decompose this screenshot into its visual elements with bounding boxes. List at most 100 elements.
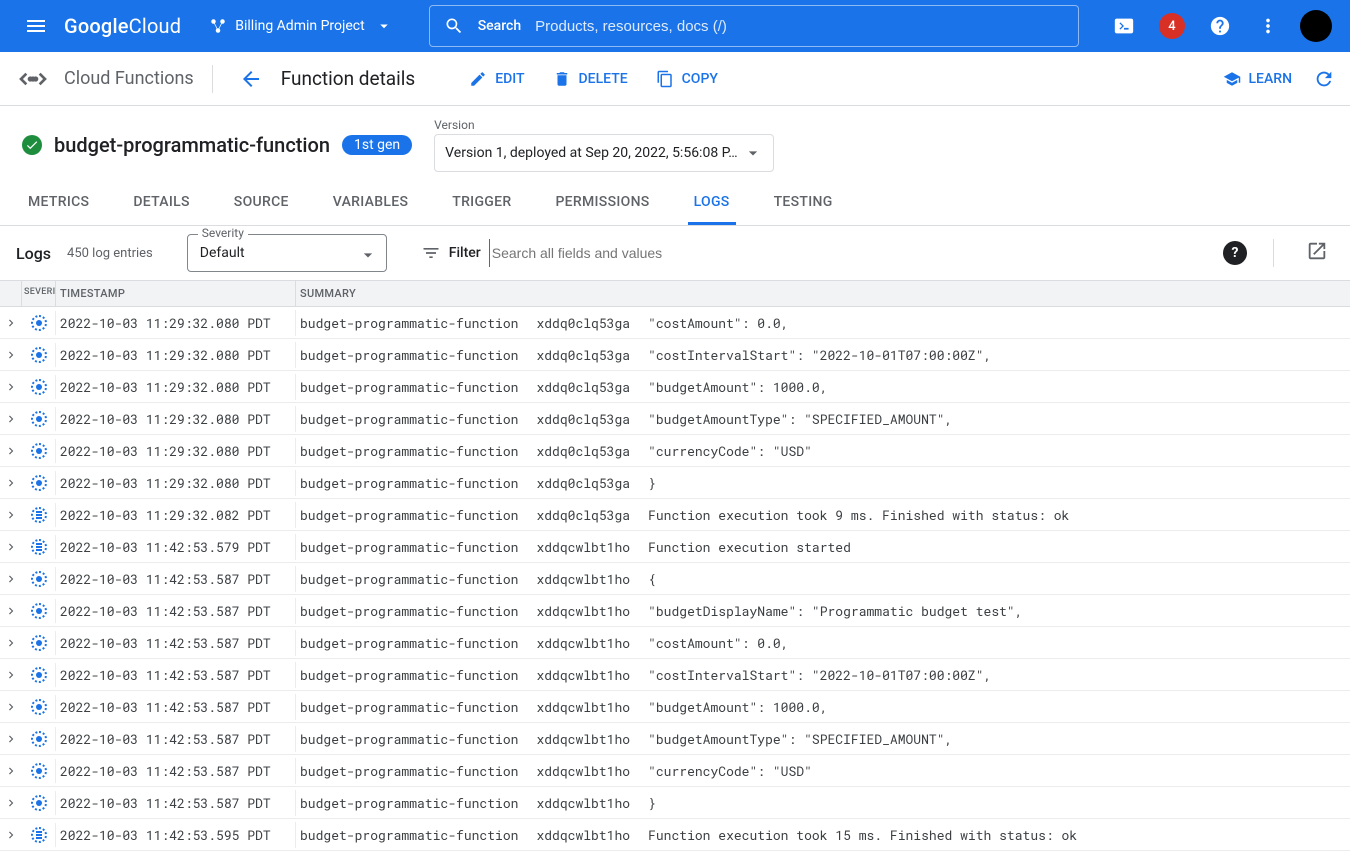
severity-icon: [31, 731, 47, 747]
summary-execution-id: xddqcwlbt1ho: [536, 666, 630, 684]
log-row[interactable]: 2022-10-03 11:42:53.587 PDTbudget-progra…: [0, 723, 1350, 755]
expand-toggle[interactable]: [0, 376, 22, 398]
summary-function: budget-programmatic-function: [300, 634, 518, 652]
tabs: METRICS DETAILS SOURCE VARIABLES TRIGGER PERM…: [0, 182, 1350, 226]
header-severity: SEVERITY: [22, 281, 56, 306]
refresh-button[interactable]: [1302, 57, 1346, 101]
log-row[interactable]: 2022-10-03 11:29:32.080 PDTbudget-progra…: [0, 371, 1350, 403]
expand-toggle[interactable]: [0, 504, 22, 526]
log-row[interactable]: 2022-10-03 11:29:32.082 PDTbudget-progra…: [0, 499, 1350, 531]
tab-metrics[interactable]: METRICS: [22, 182, 95, 225]
expand-toggle[interactable]: [0, 536, 22, 558]
tab-details[interactable]: DETAILS: [127, 182, 195, 225]
expand-toggle[interactable]: [0, 312, 22, 334]
log-row[interactable]: 2022-10-03 11:42:53.579 PDTbudget-progra…: [0, 531, 1350, 563]
expand-toggle[interactable]: [0, 408, 22, 430]
log-row[interactable]: 2022-10-03 11:42:53.587 PDTbudget-progra…: [0, 627, 1350, 659]
search-input[interactable]: [535, 18, 1064, 35]
expand-toggle[interactable]: [0, 600, 22, 622]
tab-logs[interactable]: LOGS: [688, 182, 736, 225]
timestamp-cell: 2022-10-03 11:29:32.082 PDT: [56, 502, 296, 528]
learn-button[interactable]: LEARN: [1213, 62, 1303, 96]
log-row[interactable]: 2022-10-03 11:42:53.587 PDTbudget-progra…: [0, 691, 1350, 723]
expand-toggle[interactable]: [0, 792, 22, 814]
summary-function: budget-programmatic-function: [300, 314, 518, 332]
expand-toggle[interactable]: [0, 344, 22, 366]
google-cloud-logo[interactable]: Google Cloud: [64, 14, 181, 38]
copy-label: COPY: [682, 71, 718, 87]
summary-execution-id: xddqcwlbt1ho: [536, 698, 630, 716]
log-row[interactable]: 2022-10-03 11:42:53.587 PDTbudget-progra…: [0, 563, 1350, 595]
more-options-button[interactable]: [1246, 4, 1290, 48]
expand-toggle[interactable]: [0, 728, 22, 750]
open-in-logs-explorer-button[interactable]: [1300, 234, 1334, 272]
expand-toggle[interactable]: [0, 632, 22, 654]
page-title: Function details: [281, 67, 415, 90]
summary-function: budget-programmatic-function: [300, 794, 518, 812]
hamburger-menu-button[interactable]: [12, 2, 60, 50]
severity-icon: [31, 443, 47, 459]
severity-cell: [22, 695, 56, 719]
expand-toggle[interactable]: [0, 440, 22, 462]
open-external-icon: [1306, 240, 1328, 262]
log-row[interactable]: 2022-10-03 11:29:32.080 PDTbudget-progra…: [0, 467, 1350, 499]
version-selector[interactable]: Version 1, deployed at Sep 20, 2022, 5:5…: [434, 134, 774, 172]
log-row[interactable]: 2022-10-03 11:29:32.080 PDTbudget-progra…: [0, 307, 1350, 339]
summary-execution-id: xddqcwlbt1ho: [536, 762, 630, 780]
log-row[interactable]: 2022-10-03 11:42:53.587 PDTbudget-progra…: [0, 755, 1350, 787]
chevron-right-icon: [4, 764, 18, 778]
timestamp-cell: 2022-10-03 11:42:53.595 PDT: [56, 822, 296, 848]
filter-input[interactable]: [489, 239, 849, 267]
tab-testing[interactable]: TESTING: [768, 182, 839, 225]
tab-source[interactable]: SOURCE: [228, 182, 295, 225]
search-container: Search: [429, 5, 1084, 47]
log-row[interactable]: 2022-10-03 11:42:53.595 PDTbudget-progra…: [0, 819, 1350, 851]
delete-button[interactable]: DELETE: [543, 62, 638, 96]
expand-toggle[interactable]: [0, 824, 22, 846]
log-row[interactable]: 2022-10-03 11:42:53.587 PDTbudget-progra…: [0, 787, 1350, 819]
log-row[interactable]: 2022-10-03 11:42:53.587 PDTbudget-progra…: [0, 659, 1350, 691]
summary-function: budget-programmatic-function: [300, 570, 518, 588]
expand-toggle[interactable]: [0, 664, 22, 686]
log-row[interactable]: 2022-10-03 11:29:32.080 PDTbudget-progra…: [0, 339, 1350, 371]
project-selector[interactable]: Billing Admin Project: [199, 11, 410, 41]
expand-toggle[interactable]: [0, 696, 22, 718]
log-row[interactable]: 2022-10-03 11:42:53.587 PDTbudget-progra…: [0, 595, 1350, 627]
timestamp-cell: 2022-10-03 11:42:53.587 PDT: [56, 662, 296, 688]
summary-function: budget-programmatic-function: [300, 602, 518, 620]
severity-selector[interactable]: Severity Default: [187, 234, 387, 272]
timestamp-cell: 2022-10-03 11:42:53.587 PDT: [56, 694, 296, 720]
tab-variables[interactable]: VARIABLES: [327, 182, 414, 225]
expand-toggle[interactable]: [0, 760, 22, 782]
tab-permissions[interactable]: PERMISSIONS: [549, 182, 655, 225]
summary-cell: budget-programmatic-functionxddqcwlbt1ho…: [296, 790, 1350, 816]
help-button[interactable]: [1198, 4, 1242, 48]
help-icon: [1209, 15, 1231, 37]
edit-button[interactable]: EDIT: [459, 62, 534, 96]
search-box[interactable]: Search: [429, 5, 1079, 47]
severity-cell: [22, 599, 56, 623]
chevron-right-icon: [4, 476, 18, 490]
logs-body[interactable]: 2022-10-03 11:29:32.080 PDT budget-progra…: [0, 307, 1350, 867]
log-row[interactable]: 2022-10-03 11:29:32.080 PDTbudget-progra…: [0, 403, 1350, 435]
expand-toggle[interactable]: [0, 472, 22, 494]
dropdown-icon: [743, 143, 763, 163]
logs-help-button[interactable]: ?: [1223, 241, 1247, 265]
version-value: Version 1, deployed at Sep 20, 2022, 5:5…: [445, 145, 737, 161]
log-row[interactable]: 2022-10-03 11:29:32.080 PDTbudget-progra…: [0, 435, 1350, 467]
back-button[interactable]: [231, 59, 271, 99]
severity-icon: [31, 795, 47, 811]
severity-cell: [22, 343, 56, 367]
summary-cell: budget-programmatic-functionxddqcwlbt1ho…: [296, 598, 1350, 624]
cloud-shell-button[interactable]: [1102, 4, 1146, 48]
notifications-button[interactable]: 4: [1150, 4, 1194, 48]
summary-execution-id: xddq0clq53ga: [536, 378, 630, 396]
copy-button[interactable]: COPY: [646, 62, 728, 96]
tab-trigger[interactable]: TRIGGER: [446, 182, 517, 225]
function-info-bar: budget-programmatic-function 1st gen Ver…: [0, 106, 1350, 182]
summary-cell: budget-programmatic-functionxddqcwlbt1ho…: [296, 534, 1350, 560]
timestamp-cell: 2022-10-03 11:29:32.080 PDT: [56, 470, 296, 496]
account-button[interactable]: [1294, 4, 1338, 48]
summary-message: "budgetAmountType": "SPECIFIED_AMOUNT",: [648, 410, 1346, 428]
expand-toggle[interactable]: [0, 568, 22, 590]
